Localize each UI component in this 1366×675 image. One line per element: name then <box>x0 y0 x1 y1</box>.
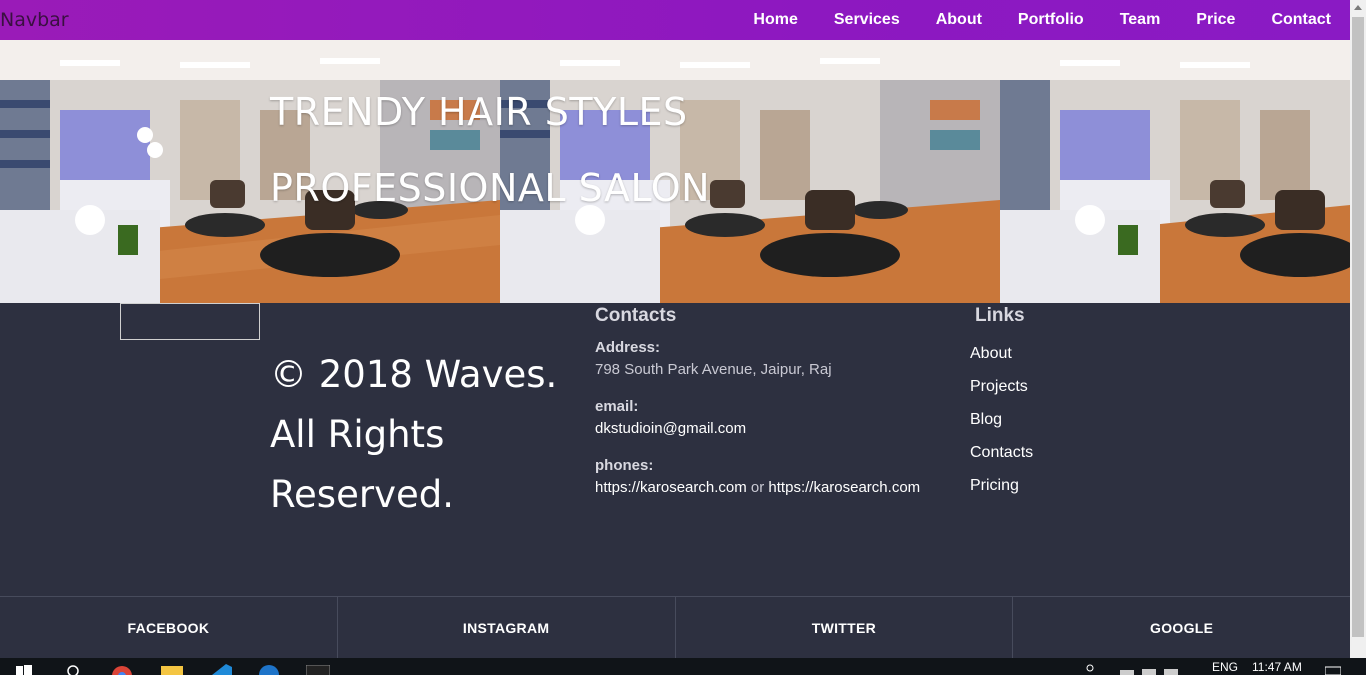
phones-value: https://karosearch.com or https://karose… <box>595 479 920 496</box>
copyright-text: © 2018 Waves. All Rights Reserved. <box>270 353 558 516</box>
phone-link-1[interactable]: https://karosearch.com <box>595 479 747 496</box>
footer: © 2018 Waves. All Rights Reserved. Conta… <box>0 303 1350 596</box>
language-indicator[interactable]: ENG <box>1212 660 1238 674</box>
file-explorer-icon[interactable] <box>161 665 183 675</box>
phone-separator: or <box>750 479 765 496</box>
contacts-column: Contacts Address: 798 South Park Avenue,… <box>595 303 920 496</box>
hero-banner: TRENDY HAIR STYLES PROFESSIONAL SALON <box>0 40 1350 303</box>
system-tray-icons[interactable] <box>1120 664 1200 675</box>
nav-link-team[interactable]: Team <box>1120 11 1161 29</box>
vertical-scrollbar[interactable] <box>1350 0 1366 658</box>
links-heading: Links <box>975 305 1025 326</box>
nav-links: Home Services About Portfolio Team Price… <box>717 0 1331 40</box>
facebook-button[interactable]: FACEBOOK <box>0 597 338 659</box>
links-column: Links About Projects Blog Contacts Prici… <box>970 303 1033 495</box>
phone-link-2[interactable]: https://karosearch.com <box>768 479 920 496</box>
broken-logo-image <box>120 303 260 340</box>
footer-link-projects[interactable]: Projects <box>970 378 1033 396</box>
scroll-up-arrow-icon[interactable] <box>1350 0 1366 16</box>
instagram-button[interactable]: INSTAGRAM <box>338 597 676 659</box>
nav-link-contact[interactable]: Contact <box>1271 11 1331 29</box>
nav-link-price[interactable]: Price <box>1196 11 1235 29</box>
address-label: Address: <box>595 339 661 356</box>
nav-link-about[interactable]: About <box>936 11 982 29</box>
footer-link-about[interactable]: About <box>970 345 1033 363</box>
chrome-icon[interactable] <box>111 665 133 675</box>
footer-link-contacts[interactable]: Contacts <box>970 444 1033 462</box>
windows-start-icon[interactable] <box>16 664 32 675</box>
phones-label: phones: <box>595 457 654 474</box>
footer-link-blog[interactable]: Blog <box>970 411 1033 429</box>
address-value: 798 South Park Avenue, Jaipur, Raj <box>595 361 832 378</box>
navbar: Navbar Home Services About Portfolio Tea… <box>0 0 1350 40</box>
edge-icon[interactable] <box>258 664 280 675</box>
social-bar: FACEBOOK INSTAGRAM TWITTER GOOGLE <box>0 596 1350 659</box>
google-button[interactable]: GOOGLE <box>1013 597 1350 659</box>
nav-link-services[interactable]: Services <box>834 11 900 29</box>
windows-taskbar: ENG 11:47 AM <box>0 658 1366 675</box>
footer-link-pricing[interactable]: Pricing <box>970 477 1033 495</box>
vscode-icon[interactable] <box>208 664 232 675</box>
salon-background-image <box>1000 40 1350 303</box>
terminal-icon[interactable] <box>306 665 330 675</box>
person-icon[interactable] <box>1085 664 1095 675</box>
email-label: email: <box>595 398 639 415</box>
contacts-heading: Contacts <box>595 305 677 326</box>
scrollbar-thumb[interactable] <box>1352 17 1364 637</box>
clock[interactable]: 11:47 AM <box>1252 660 1302 674</box>
email-link[interactable]: dkstudioin@gmail.com <box>595 420 746 437</box>
hero-title-line-1: TRENDY HAIR STYLES <box>270 90 688 134</box>
search-icon[interactable] <box>66 664 80 675</box>
nav-link-home[interactable]: Home <box>753 11 797 29</box>
nav-link-portfolio[interactable]: Portfolio <box>1018 11 1084 29</box>
notifications-icon[interactable] <box>1325 664 1341 675</box>
twitter-button[interactable]: TWITTER <box>676 597 1014 659</box>
hero-title-line-2: PROFESSIONAL SALON <box>270 166 711 210</box>
navbar-brand[interactable]: Navbar <box>0 9 69 31</box>
